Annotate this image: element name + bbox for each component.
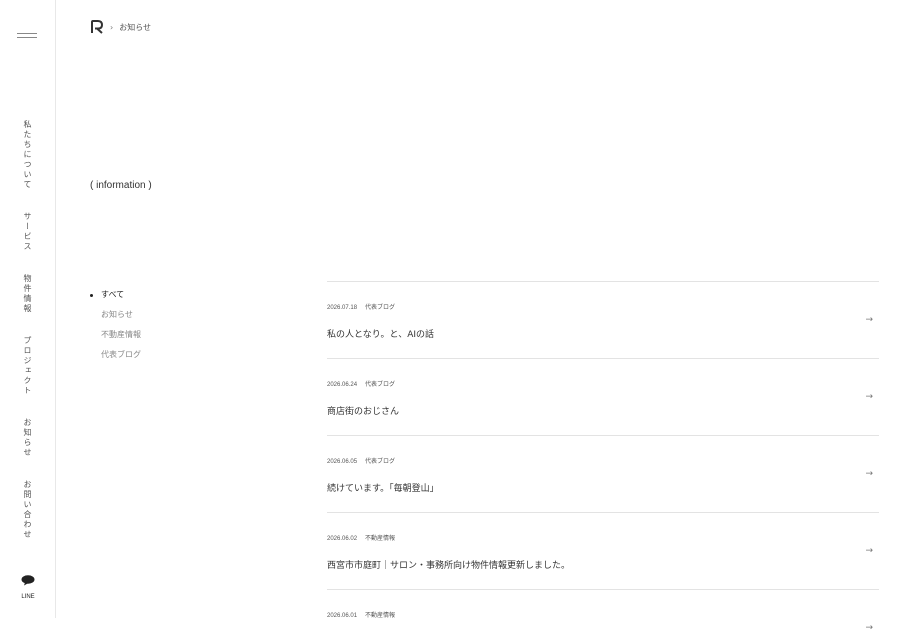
post-meta: 2026.06.24 代表ブログ — [327, 379, 395, 388]
post-item[interactable]: 2026.06.02 不動産情報 西宮市市庭町｜サロン・事務所向け物件情報更新しま… — [327, 512, 879, 589]
nav-service[interactable]: サービス — [21, 212, 33, 252]
category-all[interactable]: すべて — [90, 285, 141, 305]
post-title: 続けています。「毎朝登山」 — [327, 484, 439, 494]
post-category: 代表ブログ — [365, 382, 396, 388]
nav-news[interactable]: お知らせ — [21, 418, 33, 458]
post-meta: 2026.06.01 不動産情報 — [327, 610, 395, 619]
arrow-right-icon: → — [865, 546, 873, 556]
post-category: 代表ブログ — [365, 459, 396, 465]
post-title: 私の人となり。と、AIの話 — [327, 330, 435, 340]
post-date: 2026.06.24 — [327, 382, 358, 388]
post-item[interactable]: 2026.06.01 不動産情報 → — [327, 589, 879, 635]
category-real-estate[interactable]: 不動産情報 — [90, 325, 141, 345]
post-category: 代表ブログ — [365, 305, 396, 311]
breadcrumb: › お知らせ — [90, 20, 151, 34]
category-filter: すべて お知らせ 不動産情報 代表ブログ — [90, 285, 141, 365]
line-label: LINE — [21, 594, 35, 600]
category-news[interactable]: お知らせ — [90, 305, 141, 325]
arrow-right-icon: → — [865, 315, 873, 325]
breadcrumb-current: お知らせ — [119, 22, 152, 32]
post-date: 2026.06.01 — [327, 613, 358, 619]
post-item[interactable]: 2026.06.24 代表ブログ 商店街のおじさん → — [327, 358, 879, 435]
post-title: 西宮市市庭町｜サロン・事務所向け物件情報更新しました。 — [327, 561, 571, 571]
arrow-right-icon: → — [865, 623, 873, 633]
post-category: 不動産情報 — [365, 613, 396, 619]
post-meta: 2026.06.05 代表ブログ — [327, 456, 395, 465]
line-link[interactable]: LINE — [16, 575, 40, 600]
post-date: 2026.07.18 — [327, 305, 358, 311]
nav-projects[interactable]: プロジェクト — [21, 336, 33, 396]
line-chat-icon — [21, 575, 35, 586]
post-date: 2026.06.05 — [327, 459, 358, 465]
nav-about[interactable]: 私たちについて — [21, 120, 33, 190]
nav-properties[interactable]: 物件情報 — [21, 274, 33, 314]
post-title: 商店街のおじさん — [327, 407, 400, 417]
arrow-right-icon: → — [865, 469, 873, 479]
sidebar: 私たちについて サービス 物件情報 プロジェクト お知らせ お問い合わせ LIN… — [0, 0, 56, 618]
nav-contact[interactable]: お問い合わせ — [21, 480, 33, 540]
post-list: 2026.07.18 代表ブログ 私の人となり。と、AIの話 → 2026.06.… — [327, 281, 879, 635]
breadcrumb-separator: › — [110, 22, 114, 32]
post-item[interactable]: 2026.07.18 代表ブログ 私の人となり。と、AIの話 → — [327, 281, 879, 358]
category-blog[interactable]: 代表ブログ — [90, 345, 141, 365]
post-category: 不動産情報 — [365, 536, 396, 542]
post-date: 2026.06.02 — [327, 536, 358, 542]
page-title: ( information ) — [90, 180, 152, 191]
site-logo-icon[interactable] — [90, 20, 104, 34]
post-meta: 2026.06.02 不動産情報 — [327, 533, 395, 542]
post-item[interactable]: 2026.06.05 代表ブログ 続けています。「毎朝登山」 → — [327, 435, 879, 512]
vertical-nav: 私たちについて サービス 物件情報 プロジェクト お知らせ お問い合わせ — [21, 120, 35, 562]
post-meta: 2026.07.18 代表ブログ — [327, 302, 395, 311]
arrow-right-icon: → — [865, 392, 873, 402]
hamburger-menu-icon[interactable] — [17, 30, 37, 40]
